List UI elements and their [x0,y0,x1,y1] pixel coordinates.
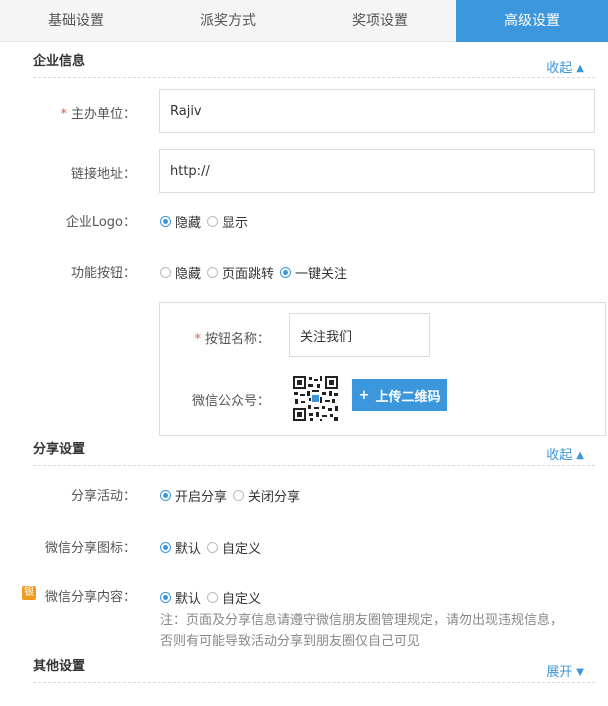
collapse-label: 收起 [546,61,573,76]
qr-code-image [292,375,339,422]
upload-qr-button[interactable]: + 上传二维码 [352,379,447,411]
radio-label: 开启分享 [175,490,228,505]
radio-label: 页面跳转 [222,267,275,282]
share-icon-label: 微信分享图标： [44,541,136,556]
radio-checked-icon [160,216,171,227]
host-input[interactable]: Rajiv [159,89,595,133]
share-content-option-default[interactable]: 默认 [160,588,201,607]
radio-icon [233,490,245,501]
caret-up-icon: ▲ [576,450,584,461]
func-option-hide[interactable]: 隐藏 [160,263,201,282]
share-option-off[interactable]: 关闭分享 [233,486,300,505]
tab-bar: 基础设置 派奖方式 奖项设置 高级设置 [0,0,608,42]
collapse-label: 收起 [546,448,573,463]
radio-icon [160,267,171,278]
radio-checked-icon [160,490,171,501]
link-label: 链接地址： [70,167,136,182]
link-input-value: http:// [170,163,210,179]
radio-checked-icon [160,592,171,603]
logo-label: 企业Logo： [65,215,136,230]
radio-checked-icon [280,267,292,278]
share-icon-option-default[interactable]: 默认 [160,538,201,557]
func-option-follow[interactable]: 一键关注 [280,263,347,282]
radio-icon [207,267,219,278]
share-option-on[interactable]: 开启分享 [160,486,227,505]
section-title-share: 分享设置 [33,442,86,457]
plus-icon: + [358,387,370,403]
radio-label: 默认 [175,542,202,557]
share-content-label: 微信分享内容： [44,590,136,605]
section-title-other: 其他设置 [33,659,86,674]
enterprise-collapse-toggle[interactable]: 收起 ▲ [546,57,584,76]
share-note-line2: 否则有可能导致活动分享到朋友圈仅自己可见 [160,634,421,649]
section-divider [33,682,595,683]
radio-label: 默认 [175,592,202,607]
radio-icon [207,592,219,603]
expand-label: 展开 [546,665,573,680]
tab-advanced-settings[interactable]: 高级设置 [456,0,608,42]
share-activity-label: 分享活动： [70,489,136,504]
radio-label: 隐藏 [175,216,202,231]
radio-label: 显示 [222,216,249,231]
share-note: 注：页面及分享信息请遵守微信朋友圈管理规定，请勿出现违规信息， 否则有可能导致活… [160,610,563,652]
caret-down-icon: ▼ [576,667,584,678]
radio-label: 自定义 [222,592,262,607]
host-label: * 主办单位： [6,103,136,122]
radio-label: 隐藏 [175,267,202,282]
radio-label: 一键关注 [295,267,348,282]
logo-option-show[interactable]: 显示 [207,212,248,231]
other-expand-toggle[interactable]: 展开 ▼ [546,661,584,680]
func-label: 功能按钮： [70,266,136,281]
caret-up-icon: ▲ [576,63,584,74]
radio-label: 关闭分享 [248,490,301,505]
required-asterisk: * [60,107,67,122]
upload-qr-label: 上传二维码 [375,389,441,405]
logo-option-hide[interactable]: 隐藏 [160,212,201,231]
host-label-text: 主办单位： [70,107,136,122]
func-radio-group: 隐藏 页面跳转 一键关注 [160,263,353,282]
share-content-radio-group: 默认 自定义 [160,588,267,607]
radio-label: 自定义 [222,542,262,557]
button-name-label-text: 按钮名称： [204,332,270,347]
button-name-value: 关注我们 [300,329,353,345]
share-collapse-toggle[interactable]: 收起 ▲ [546,444,584,463]
func-option-jump[interactable]: 页面跳转 [207,263,274,282]
tab-prize-settings[interactable]: 奖项设置 [304,0,456,42]
host-input-value: Rajiv [170,103,202,119]
radio-icon [207,542,219,553]
wechat-account-label: 微信公众号： [191,394,270,409]
button-name-label: * 按钮名称： [140,328,270,347]
tab-prize-method[interactable]: 派奖方式 [152,0,304,42]
link-input[interactable]: http:// [159,149,595,193]
share-icon-option-custom[interactable]: 自定义 [207,538,261,557]
share-icon-radio-group: 默认 自定义 [160,538,267,557]
share-activity-radio-group: 开启分享 关闭分享 [160,486,306,505]
tab-basic-settings[interactable]: 基础设置 [0,0,152,42]
share-note-line1: 注：页面及分享信息请遵守微信朋友圈管理规定，请勿出现违规信息， [160,613,564,628]
button-name-input[interactable]: 关注我们 [289,313,430,357]
section-divider [33,465,595,466]
section-divider [33,77,595,78]
required-asterisk: * [194,332,201,347]
share-content-option-custom[interactable]: 自定义 [207,588,261,607]
radio-icon [207,216,219,227]
section-title-enterprise: 企业信息 [33,54,86,69]
radio-checked-icon [160,542,171,553]
logo-radio-group: 隐藏 显示 [160,212,254,231]
